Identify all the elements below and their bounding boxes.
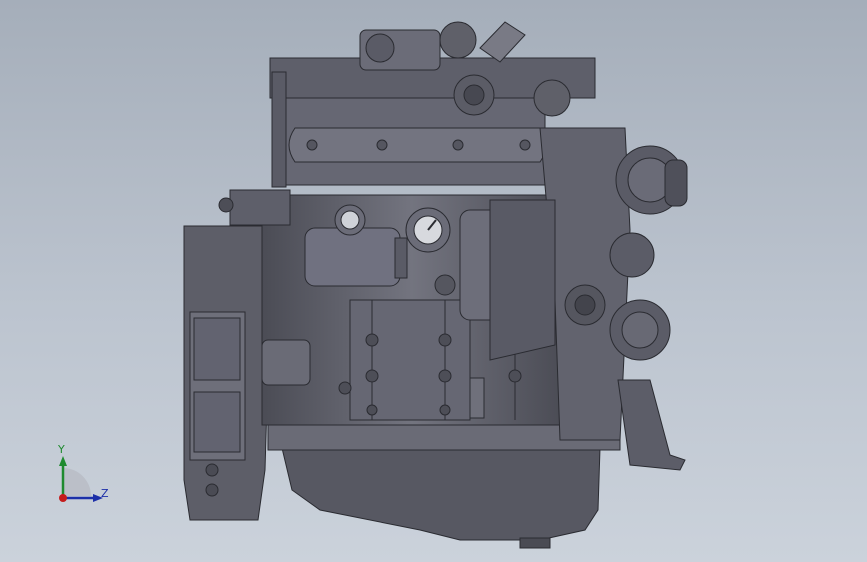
oil-drain-plug (519, 537, 551, 549)
oil-pan (281, 447, 601, 541)
triad-plane-indicator (63, 468, 91, 496)
starter-motor (304, 227, 401, 287)
z-axis-label: Z (101, 487, 109, 500)
front-mount-bracket (617, 379, 686, 471)
exhaust-manifold (288, 127, 547, 163)
intake-elbow (479, 21, 526, 63)
coordinate-triad: Y Z (48, 438, 118, 510)
water-pump-pulley (609, 232, 655, 278)
y-axis-arrowhead (59, 456, 67, 466)
y-axis-label: Y (58, 443, 65, 456)
x-axis-origin (59, 494, 67, 502)
engine-3d-model[interactable] (0, 0, 867, 562)
graphics-viewport[interactable]: Y Z (0, 0, 867, 562)
